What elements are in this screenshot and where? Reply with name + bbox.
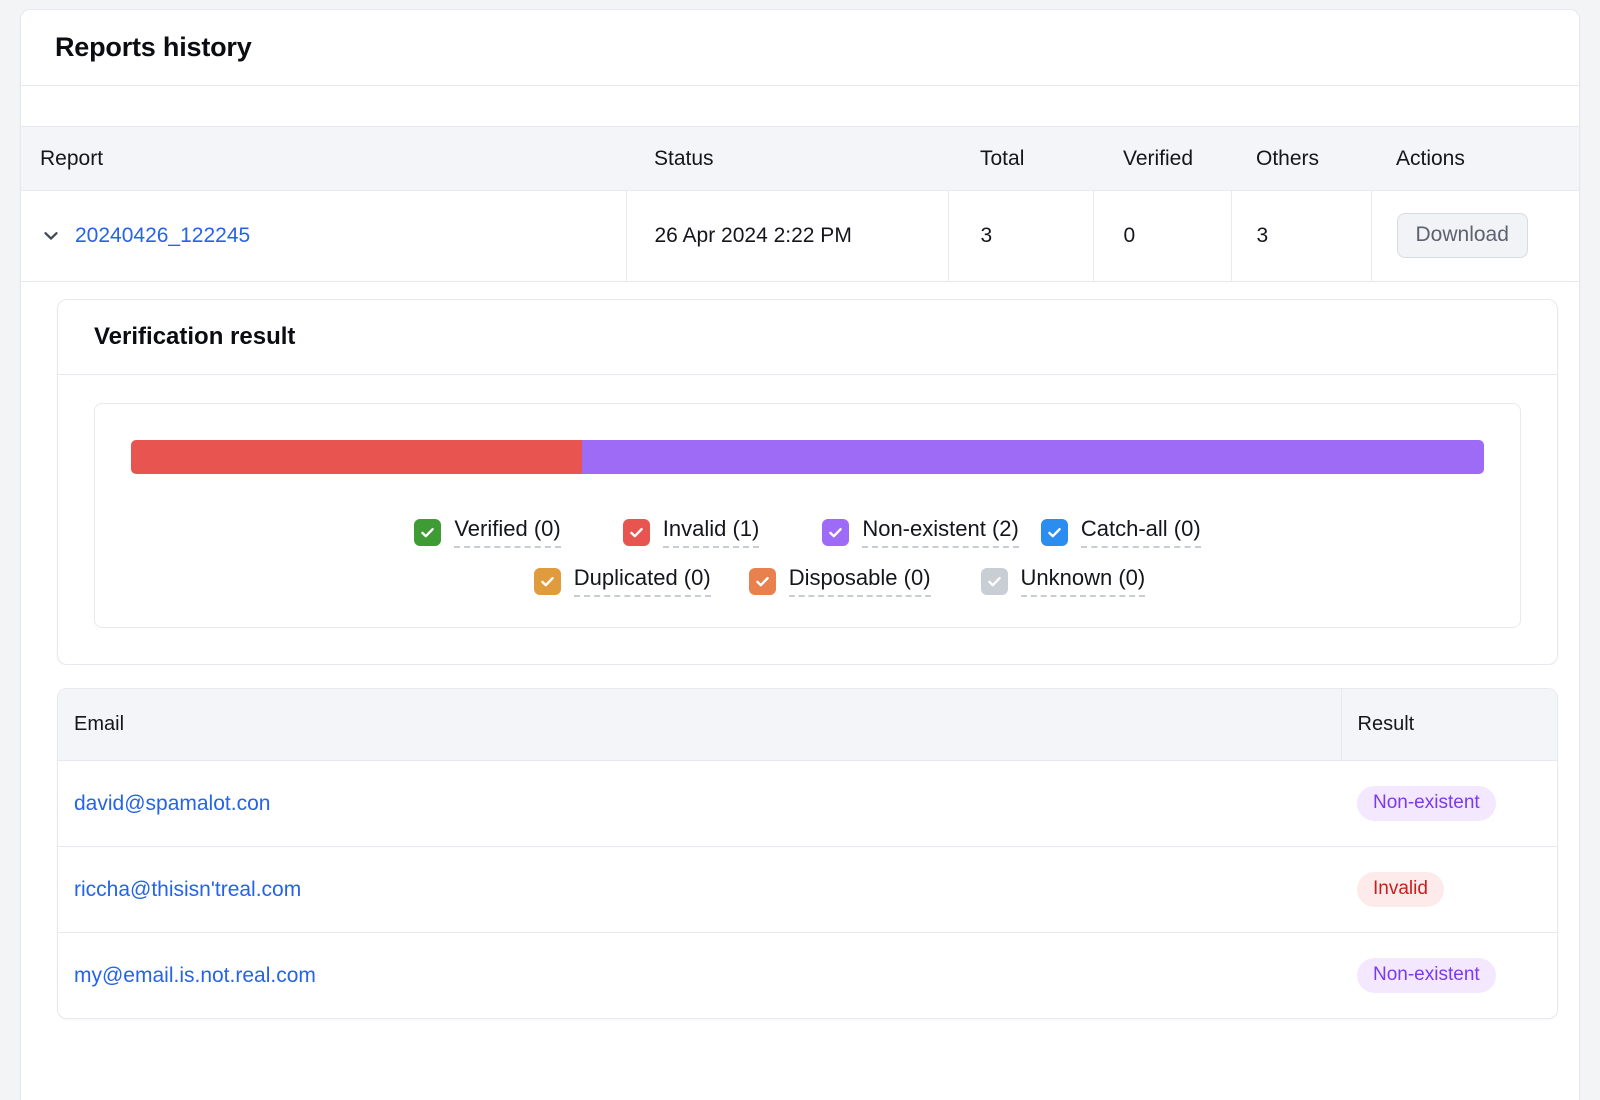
column-header-result[interactable]: Result bbox=[1341, 689, 1557, 761]
reports-table-body: 20240426_122245 26 Apr 2024 2:22 PM 3 0 … bbox=[21, 191, 1579, 282]
cell-status: 26 Apr 2024 2:22 PM bbox=[626, 191, 948, 282]
cell-actions: Download bbox=[1371, 191, 1579, 282]
toolbar-strip bbox=[21, 86, 1579, 126]
status-badge: Invalid bbox=[1357, 872, 1444, 907]
legend-item-duplicated[interactable]: Duplicated (0) bbox=[534, 565, 711, 597]
cell-total: 3 bbox=[948, 191, 1093, 282]
verification-stacked-bar bbox=[131, 440, 1484, 474]
legend-item-verified[interactable]: Verified (0) bbox=[414, 516, 560, 548]
verification-chart-box: Verified (0) Invalid (1) Non-existent (2) C… bbox=[94, 403, 1521, 628]
cell-result: Non-existent bbox=[1341, 761, 1557, 847]
cell-email: riccha@thisisn'treal.com bbox=[58, 847, 1341, 933]
cell-email: my@email.is.not.real.com bbox=[58, 933, 1341, 1019]
verification-result-header: Verification result bbox=[58, 300, 1557, 375]
email-link[interactable]: riccha@thisisn'treal.com bbox=[74, 878, 301, 901]
checkbox-verified[interactable] bbox=[414, 519, 441, 546]
card-header: Reports history bbox=[21, 10, 1579, 86]
legend-row: Verified (0) Invalid (1) Non-existent (2) C… bbox=[131, 516, 1484, 548]
legend-label-verified: Verified (0) bbox=[454, 516, 560, 548]
reports-table-head: Report Status Total Verified Others Acti… bbox=[21, 127, 1579, 191]
verification-legend: Verified (0) Invalid (1) Non-existent (2) C… bbox=[131, 516, 1484, 597]
checkbox-non-existent[interactable] bbox=[822, 519, 849, 546]
bar-segment-invalid bbox=[131, 440, 582, 474]
status-badge: Non-existent bbox=[1357, 786, 1496, 821]
column-header-status[interactable]: Status bbox=[626, 127, 948, 191]
cell-report: 20240426_122245 bbox=[21, 191, 626, 282]
chevron-down-icon[interactable] bbox=[40, 225, 62, 247]
table-row: david@spamalot.con Non-existent bbox=[58, 761, 1557, 847]
emails-card: Email Result david@spamalot.con Non-exist… bbox=[57, 688, 1558, 1019]
checkbox-disposable[interactable] bbox=[749, 568, 776, 595]
cell-others: 3 bbox=[1231, 191, 1371, 282]
checkbox-duplicated[interactable] bbox=[534, 568, 561, 595]
emails-section: Email Result david@spamalot.con Non-exist… bbox=[21, 665, 1579, 1041]
cell-result: Non-existent bbox=[1341, 933, 1557, 1019]
checkbox-invalid[interactable] bbox=[623, 519, 650, 546]
report-link[interactable]: 20240426_122245 bbox=[75, 224, 250, 248]
reports-table: Report Status Total Verified Others Acti… bbox=[21, 126, 1579, 282]
column-header-total[interactable]: Total bbox=[948, 127, 1093, 191]
legend-item-invalid[interactable]: Invalid (1) bbox=[623, 516, 760, 548]
legend-label-catch-all: Catch-all (0) bbox=[1081, 516, 1201, 548]
page-title: Reports history bbox=[55, 32, 252, 63]
reports-history-card: Reports history Report Status Total Veri… bbox=[20, 9, 1580, 1100]
verification-result-title: Verification result bbox=[94, 323, 1557, 351]
reports-header-row: Report Status Total Verified Others Acti… bbox=[21, 127, 1579, 191]
legend-item-disposable[interactable]: Disposable (0) bbox=[749, 565, 931, 597]
legend-item-non-existent[interactable]: Non-existent (2) bbox=[822, 516, 1019, 548]
column-header-actions: Actions bbox=[1371, 127, 1579, 191]
verification-result-card: Verification result Verified (0) Invalid … bbox=[57, 299, 1558, 665]
column-header-verified[interactable]: Verified bbox=[1093, 127, 1231, 191]
legend-label-invalid: Invalid (1) bbox=[663, 516, 760, 548]
verification-result-body: Verified (0) Invalid (1) Non-existent (2) C… bbox=[58, 375, 1557, 664]
cell-result: Invalid bbox=[1341, 847, 1557, 933]
download-button[interactable]: Download bbox=[1397, 213, 1528, 258]
checkbox-catch-all[interactable] bbox=[1041, 519, 1068, 546]
email-link[interactable]: david@spamalot.con bbox=[74, 792, 270, 815]
verification-result-section: Verification result Verified (0) Invalid … bbox=[21, 282, 1579, 665]
legend-label-non-existent: Non-existent (2) bbox=[862, 516, 1019, 548]
emails-table: Email Result david@spamalot.con Non-exist… bbox=[58, 689, 1557, 1018]
reports-history-page: Reports history Report Status Total Veri… bbox=[0, 0, 1600, 1100]
cell-email: david@spamalot.con bbox=[58, 761, 1341, 847]
table-row: my@email.is.not.real.com Non-existent bbox=[58, 933, 1557, 1019]
cell-verified: 0 bbox=[1093, 191, 1231, 282]
legend-label-unknown: Unknown (0) bbox=[1021, 565, 1146, 597]
legend-label-duplicated: Duplicated (0) bbox=[574, 565, 711, 597]
legend-item-catch-all[interactable]: Catch-all (0) bbox=[1041, 516, 1201, 548]
column-header-report[interactable]: Report bbox=[21, 127, 626, 191]
column-header-others[interactable]: Others bbox=[1231, 127, 1371, 191]
emails-table-head: Email Result bbox=[58, 689, 1557, 761]
status-badge: Non-existent bbox=[1357, 958, 1496, 993]
column-header-email[interactable]: Email bbox=[58, 689, 1341, 761]
email-link[interactable]: my@email.is.not.real.com bbox=[74, 964, 316, 987]
table-row: riccha@thisisn'treal.com Invalid bbox=[58, 847, 1557, 933]
checkbox-unknown[interactable] bbox=[981, 568, 1008, 595]
legend-row: Duplicated (0) Disposable (0) Unknown (0) bbox=[131, 565, 1484, 597]
table-row: 20240426_122245 26 Apr 2024 2:22 PM 3 0 … bbox=[21, 191, 1579, 282]
legend-item-unknown[interactable]: Unknown (0) bbox=[981, 565, 1146, 597]
bar-segment-non-existent bbox=[582, 440, 1484, 474]
emails-header-row: Email Result bbox=[58, 689, 1557, 761]
emails-table-body: david@spamalot.con Non-existent riccha@thi… bbox=[58, 761, 1557, 1019]
legend-label-disposable: Disposable (0) bbox=[789, 565, 931, 597]
